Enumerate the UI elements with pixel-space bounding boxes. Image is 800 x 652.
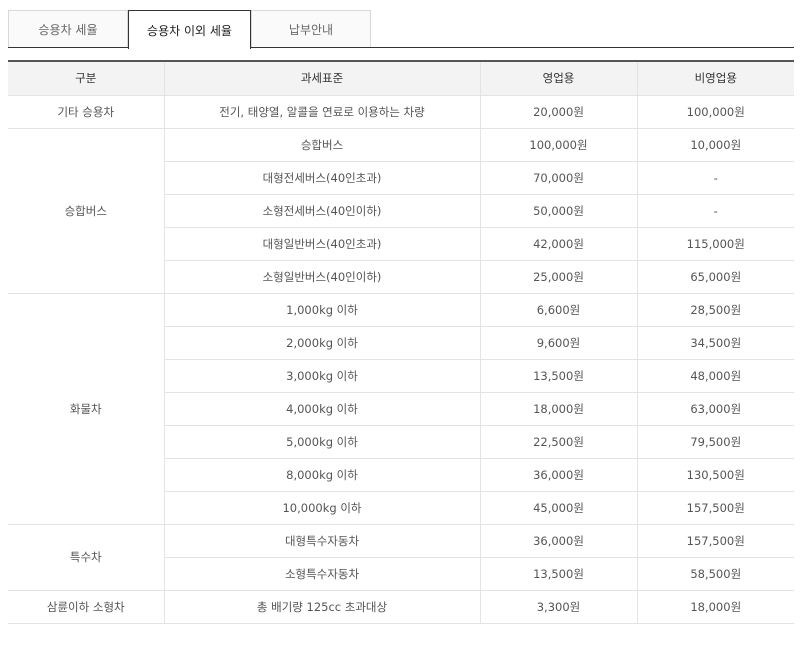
tab-passenger-car-tax-rate[interactable]: 승용차 세율 [8,10,128,47]
tab-bar: 승용차 세율 승용차 이외 세율 납부안내 [8,10,794,49]
business-rate-cell: 13,500원 [479,556,638,591]
tax-standard-cell: 소형특수자동차 [164,556,481,591]
category-cell: 기타 승용차 [8,94,165,129]
tax-standard-cell: 3,000kg 이하 [164,358,481,393]
tab-non-passenger-car-tax-rate[interactable]: 승용차 이외 세율 [128,10,251,49]
header-business: 영업용 [479,60,638,96]
category-cell: 승합버스 [8,127,165,294]
tax-standard-cell: 총 배기량 125cc 초과대상 [163,589,481,624]
business-rate-cell: 45,000원 [479,490,638,525]
tax-standard-cell: 5,000kg 이하 [164,424,481,459]
table-row: 화물차 1,000kg 이하 6,600원 28,500원 [8,292,794,525]
non-business-rate-cell: 18,000원 [636,589,794,624]
tax-standard-cell: 대형전세버스(40인초과) [164,160,481,195]
business-rate-cell: 3,300원 [479,589,638,624]
business-rate-cell: 100,000원 [479,127,638,162]
tax-standard-cell: 4,000kg 이하 [164,391,481,426]
business-rate-cell: 18,000원 [479,391,638,426]
business-rate-cell: 6,600원 [479,292,638,327]
non-business-rate-cell: 63,000원 [636,391,794,426]
tax-standard-cell: 10,000kg 이하 [164,490,481,525]
category-cell: 삼륜이하 소형차 [8,589,165,624]
table-row: 특수차 대형특수자동차 36,000원 157,500원 [8,523,794,591]
tax-standard-cell: 전기, 태양열, 알콜을 연료로 이용하는 차량 [163,94,481,129]
non-business-rate-cell: 10,000원 [636,127,794,162]
table-body: 기타 승용차 전기, 태양열, 알콜을 연료로 이용하는 차량 20,000원 100… [8,94,794,624]
business-rate-cell: 9,600원 [479,325,638,360]
tax-rate-table: 구분 과세표준 영업용 비영업용 기타 승용차 전기, 태양열, 알콜을 연료로 … [8,60,794,624]
table-header-row: 구분 과세표준 영업용 비영업용 [8,60,794,96]
tax-standard-cell: 대형특수자동차 [163,523,481,558]
category-cell: 특수차 [8,523,165,591]
non-business-rate-cell: - [636,160,794,195]
non-business-rate-cell: 157,500원 [636,523,794,558]
business-rate-cell: 20,000원 [479,94,638,129]
business-rate-cell: 22,500원 [479,424,638,459]
non-business-rate-cell: 100,000원 [636,94,794,129]
header-tax-standard: 과세표준 [163,60,481,96]
non-business-rate-cell: - [636,193,794,228]
table-row: 삼륜이하 소형차 총 배기량 125cc 초과대상 3,300원 18,000원 [8,589,794,624]
tax-standard-cell: 1,000kg 이하 [163,292,481,327]
non-business-rate-cell: 130,500원 [636,457,794,492]
business-rate-cell: 36,000원 [479,523,638,558]
business-rate-cell: 36,000원 [479,457,638,492]
table-row: 기타 승용차 전기, 태양열, 알콜을 연료로 이용하는 차량 20,000원 100… [8,94,794,129]
non-business-rate-cell: 34,500원 [636,325,794,360]
non-business-rate-cell: 157,500원 [636,490,794,525]
tax-standard-cell: 승합버스 [163,127,481,162]
tax-standard-cell: 8,000kg 이하 [164,457,481,492]
tab-underline [8,47,794,48]
non-business-rate-cell: 115,000원 [636,226,794,261]
tax-standard-cell: 대형일반버스(40인초과) [164,226,481,261]
non-business-rate-cell: 28,500원 [636,292,794,327]
non-business-rate-cell: 58,500원 [636,556,794,591]
tab-payment-guide[interactable]: 납부안내 [251,10,371,47]
business-rate-cell: 70,000원 [479,160,638,195]
business-rate-cell: 42,000원 [479,226,638,261]
non-business-rate-cell: 65,000원 [636,259,794,294]
business-rate-cell: 25,000원 [479,259,638,294]
non-business-rate-cell: 48,000원 [636,358,794,393]
category-cell: 화물차 [8,292,165,525]
tax-standard-cell: 2,000kg 이하 [164,325,481,360]
header-non-business: 비영업용 [636,60,794,96]
business-rate-cell: 13,500원 [479,358,638,393]
table-row: 승합버스 승합버스 100,000원 10,000원 [8,127,794,294]
business-rate-cell: 50,000원 [479,193,638,228]
tax-standard-cell: 소형전세버스(40인이하) [164,193,481,228]
header-category: 구분 [8,60,165,96]
non-business-rate-cell: 79,500원 [636,424,794,459]
tax-standard-cell: 소형일반버스(40인이하) [164,259,481,294]
